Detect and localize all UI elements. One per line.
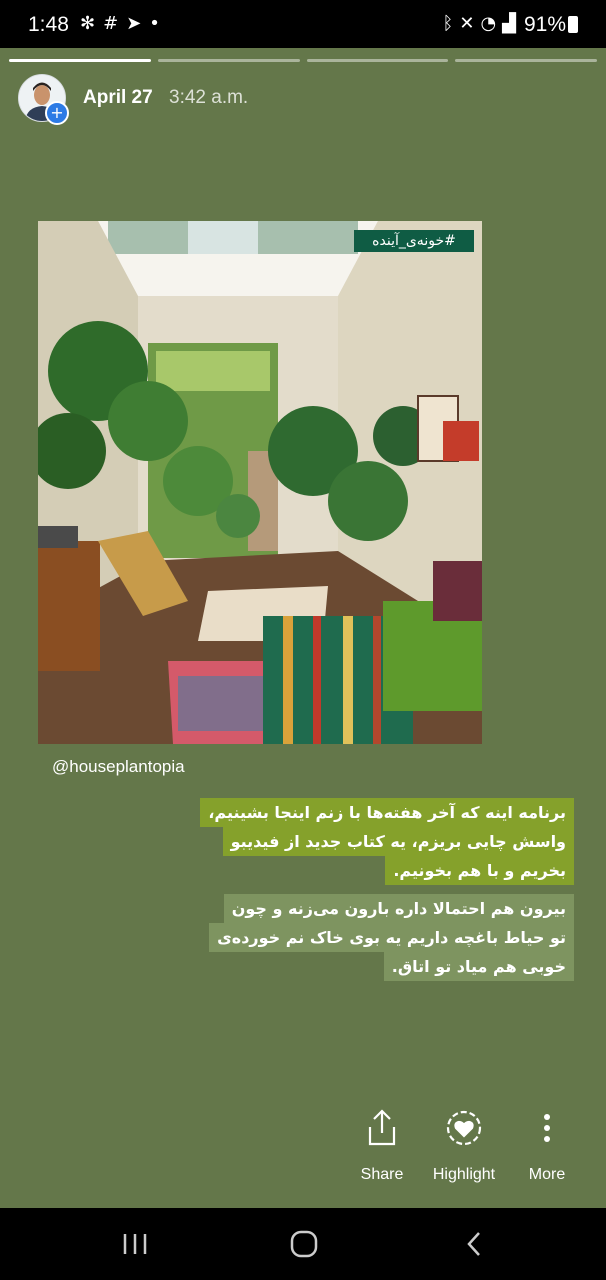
share-label: Share [360,1166,404,1183]
story-text-line: واسش چایی بریزم، یه کتاب جدید از فیدیبو [222,827,574,856]
telegram-icon: ➤ [126,13,150,34]
story-time: 3:42 a.m. [169,87,249,108]
wifi-icon: ◔ [480,13,503,34]
pinwheel-icon: ✻ [80,13,104,34]
story-photo [38,221,482,744]
story-text-block-1: برنامه اینه که آخر هفته‌ها با زنم اینجا … [200,798,574,885]
story-text-line: بخریم و با هم بخونیم. [385,856,574,885]
story-text-line: برنامه اینه که آخر هفته‌ها با زنم اینجا … [200,798,574,827]
story-text-line: خوبی هم میاد تو اتاق. [383,952,574,981]
story-actions: Share Highlight More [0,1108,606,1188]
status-bar: 1:48 ✻#➤• ᛒ✕◔▟ 91% [0,0,606,48]
recents-icon[interactable] [105,1226,165,1262]
bluetooth-icon: ᛒ [442,13,460,34]
story-text-block-2: بیرون هم احتمالا داره بارون می‌زنه و چون… [209,894,574,981]
hashtag-sticker[interactable]: #خونه‌ی_آینده [354,230,474,252]
story-text-line: بیرون هم احتمالا داره بارون می‌زنه و چون [223,894,574,923]
highlight-label: Highlight [432,1166,496,1183]
highlight-button[interactable]: Highlight [419,1108,509,1184]
add-story-icon[interactable]: + [45,101,69,125]
mute-icon: ✕ [459,13,481,34]
signal-icon: ▟ [502,13,522,34]
system-icons: ᛒ✕◔▟ [443,13,522,34]
more-label: More [528,1166,566,1183]
more-button[interactable]: More [502,1108,592,1184]
highlight-heart-icon [419,1108,509,1148]
home-icon[interactable] [274,1226,334,1262]
share-button[interactable]: Share [337,1108,427,1184]
notification-icons: ✻#➤• [80,13,168,34]
battery-level: 91% [524,13,578,37]
share-icon [337,1108,427,1148]
more-vertical-icon [502,1108,592,1148]
story-text-line: تو حیاط باغچه داریم یه بوی خاک نم خورده‌… [209,923,574,952]
photo-credit[interactable]: @houseplantopia [52,757,185,777]
dot-icon: • [149,13,168,34]
progress-segment [157,59,300,62]
navigation-bar [0,1208,606,1280]
status-time: 1:48 [28,13,69,36]
progress-segment [9,59,151,62]
progress-segment [455,59,597,62]
battery-icon [568,16,578,33]
progress-segment [306,59,449,62]
story-progress [9,59,597,62]
slack-icon: # [103,13,127,34]
back-icon[interactable] [444,1226,504,1262]
story-date: April 27 [83,87,153,108]
